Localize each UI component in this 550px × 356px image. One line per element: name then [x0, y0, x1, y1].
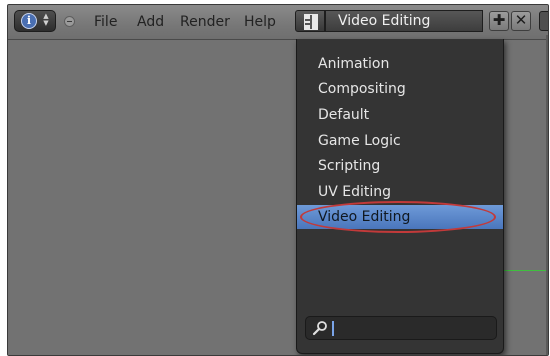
- up-down-arrows-icon: ▲ ▼: [43, 12, 49, 27]
- info-header: i ▲ ▼ File Add Render Help Video Editing …: [8, 5, 548, 40]
- info-icon: i: [21, 13, 37, 29]
- close-icon[interactable]: ✕: [511, 11, 531, 31]
- text-caret: [332, 321, 334, 336]
- screen-layout-browse-button[interactable]: [295, 10, 325, 32]
- collapse-menus-button[interactable]: [64, 16, 75, 27]
- menu-render[interactable]: Render: [180, 14, 230, 30]
- plus-icon[interactable]: ✚: [489, 11, 509, 31]
- screen-layout-icon: [304, 14, 318, 30]
- menu-add[interactable]: Add: [137, 14, 164, 30]
- menu-help[interactable]: Help: [244, 14, 276, 30]
- scene-selector-button[interactable]: [539, 11, 548, 31]
- layout-item-animation[interactable]: Animation: [297, 52, 503, 76]
- menu-file[interactable]: File: [94, 14, 117, 30]
- screen-layout-name-field[interactable]: Video Editing: [325, 10, 483, 32]
- screen-layout-menu: Animation Compositing Default Game Logic…: [296, 39, 504, 354]
- layout-item-compositing[interactable]: Compositing: [297, 77, 503, 101]
- search-icon: [312, 321, 327, 336]
- editor-type-selector[interactable]: i ▲ ▼: [14, 10, 56, 32]
- layout-item-default[interactable]: Default: [297, 103, 503, 127]
- area-divider[interactable]: [546, 35, 548, 355]
- search-input[interactable]: [305, 316, 497, 340]
- layout-item-game-logic[interactable]: Game Logic: [297, 129, 503, 153]
- layout-item-scripting[interactable]: Scripting: [297, 154, 503, 178]
- highlight-ring: [300, 201, 496, 233]
- blender-window: i ▲ ▼ File Add Render Help Video Editing …: [7, 4, 549, 356]
